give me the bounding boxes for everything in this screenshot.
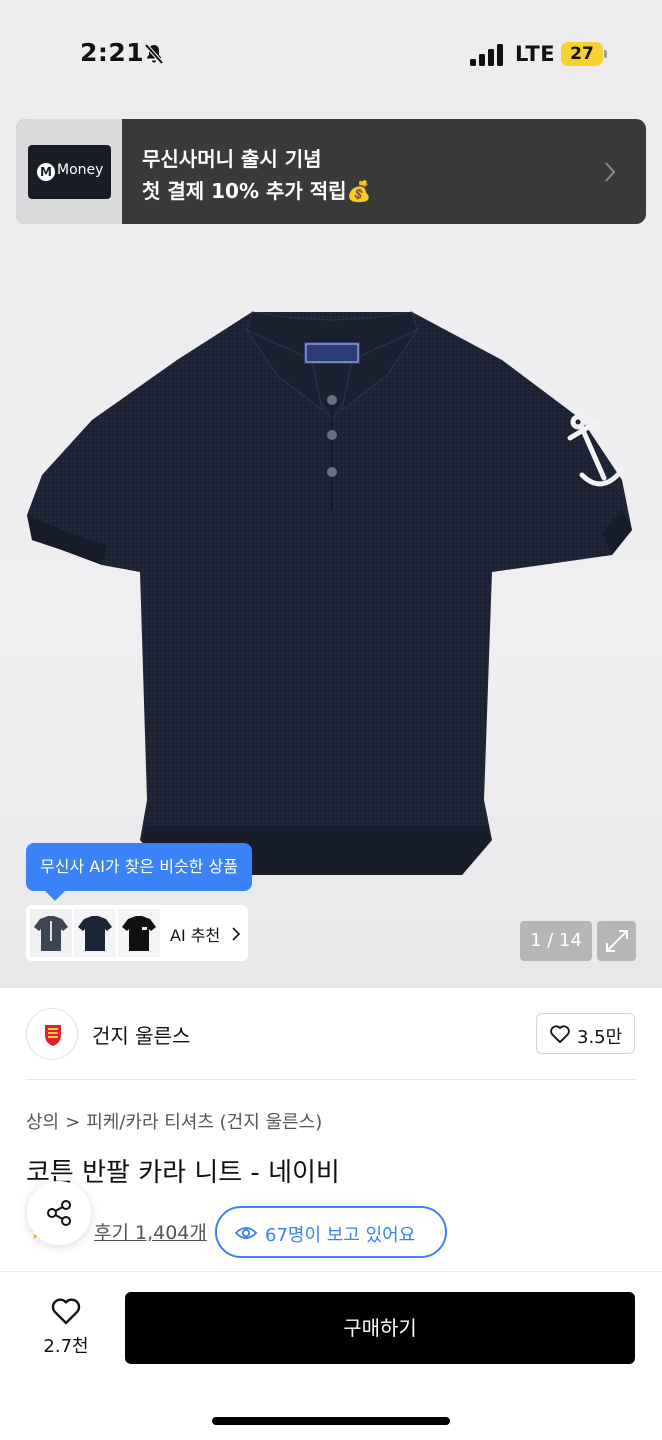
brand-crest-icon xyxy=(45,1025,61,1046)
buy-button[interactable]: 구매하기 xyxy=(125,1292,635,1364)
viewing-count-text: 67명이 보고 있어요 xyxy=(265,1225,416,1246)
favorite-count: 2.7천 xyxy=(43,1336,89,1357)
brand-name[interactable]: 건지 울른스 xyxy=(92,1020,190,1049)
home-indicator[interactable] xyxy=(212,1417,450,1425)
similar-thumb-2[interactable] xyxy=(74,909,116,957)
promo-banner[interactable]: M Money 무신사머니 출시 기념 첫 결제 10% 추가 적립💰 xyxy=(16,119,646,224)
image-page-indicator: 1 / 14 xyxy=(520,921,592,961)
heart-icon xyxy=(550,1025,570,1044)
similar-thumb-3[interactable] xyxy=(118,909,160,957)
battery-icon: 27 xyxy=(561,42,607,66)
status-time: 2:21 xyxy=(80,38,145,67)
signal-icon xyxy=(470,44,503,66)
expand-icon xyxy=(606,930,628,952)
battery-level: 27 xyxy=(570,44,594,64)
network-type: LTE xyxy=(515,42,556,66)
status-bar: 2:21 LTE 27 xyxy=(0,0,662,108)
divider xyxy=(26,1079,636,1080)
similar-thumb-1[interactable] xyxy=(30,909,72,957)
bell-mute-icon xyxy=(144,43,164,65)
share-icon xyxy=(47,1200,71,1226)
chevron-right-icon xyxy=(232,927,240,941)
ai-recommend-label: AI 추천 xyxy=(170,926,221,945)
ai-similar-tooltip: 무신사 AI가 찾은 비슷한 상품 xyxy=(26,843,252,901)
banner-subtitle: 첫 결제 10% 추가 적립💰 xyxy=(142,179,372,203)
breadcrumb-item[interactable]: 피케/카라 티셔츠 (건지 울른스) xyxy=(86,1112,322,1133)
musinsa-money-logo: M Money xyxy=(28,145,111,199)
brand-logo[interactable] xyxy=(26,1008,78,1060)
divider xyxy=(0,1271,662,1272)
breadcrumb-item[interactable]: 상의 xyxy=(26,1112,59,1133)
favorite-button[interactable]: 2.7천 xyxy=(40,1296,92,1360)
expand-image-button[interactable] xyxy=(597,921,636,961)
brand-like-count: 3.5만 xyxy=(577,1027,623,1048)
brand-like-button[interactable]: 3.5만 xyxy=(536,1013,635,1054)
share-button[interactable] xyxy=(27,1181,91,1245)
banner-logo-panel: M Money xyxy=(16,119,122,224)
breadcrumb: 상의 > 피케/카라 티셔츠 (건지 울른스) xyxy=(26,1112,323,1133)
eye-icon xyxy=(235,1227,257,1239)
banner-title: 무신사머니 출시 기념 xyxy=(142,147,322,171)
product-image xyxy=(27,311,632,875)
viewing-count-badge: 67명이 보고 있어요 xyxy=(215,1206,447,1258)
reviews-link[interactable]: 후기 1,404개 xyxy=(94,1218,207,1245)
chevron-right-icon xyxy=(605,162,616,182)
heart-icon xyxy=(51,1298,81,1325)
ai-recommend-button[interactable]: AI 추천 xyxy=(26,905,248,961)
